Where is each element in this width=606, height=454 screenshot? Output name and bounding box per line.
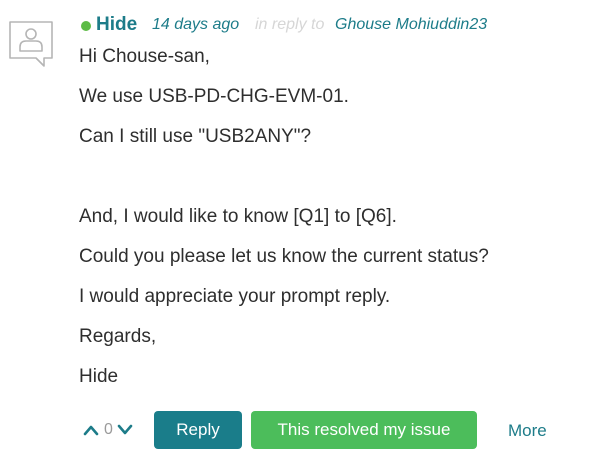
user-avatar-icon[interactable] <box>6 18 56 70</box>
online-status-dot <box>81 21 91 31</box>
chevron-up-icon[interactable] <box>83 424 99 436</box>
author-name[interactable]: Hide <box>96 14 137 36</box>
resolved-issue-button[interactable]: This resolved my issue <box>251 411 477 449</box>
post-body-line: We use USB-PD-CHG-EVM-01. <box>79 86 349 107</box>
reply-target-link[interactable]: Ghouse Mohiuddin23 <box>335 16 487 34</box>
more-link[interactable]: More <box>508 421 547 441</box>
in-reply-to-label: in reply to <box>255 16 325 33</box>
vote-count: 0 <box>104 421 113 438</box>
post-body-line: Regards, <box>79 326 157 347</box>
forum-post: Hide 14 days ago in reply to Ghouse Mohi… <box>0 0 606 454</box>
post-body-line: Hi Chouse-san, <box>79 46 210 67</box>
reply-button[interactable]: Reply <box>154 411 242 449</box>
post-body-line: Hide <box>79 366 119 387</box>
post-time[interactable]: 14 days ago <box>152 16 239 34</box>
chevron-down-icon[interactable] <box>117 424 133 436</box>
post-body-line: Could you please let us know the current… <box>79 246 489 267</box>
post-body-line: Can I still use "USB2ANY"? <box>79 126 312 147</box>
post-body-line: I would appreciate your prompt reply. <box>79 286 391 307</box>
post-body-line: And, I would like to know [Q1] to [Q6]. <box>79 206 397 227</box>
post-actions: 0 Reply This resolved my issue More <box>0 410 606 450</box>
